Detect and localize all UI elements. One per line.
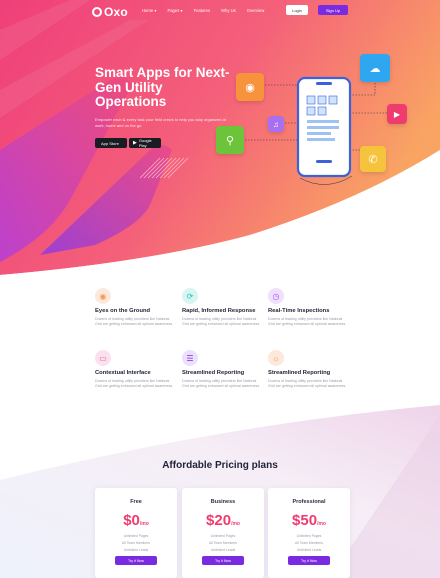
location-app-icon: ⚲ [216, 126, 244, 154]
price-amount: $0 [123, 512, 140, 529]
feature-title: Rapid, Informed Response [182, 308, 256, 314]
logo-icon [92, 7, 102, 17]
pricing-card: Professional $50/mo Unlimited Pages All … [268, 488, 350, 578]
feature-description: Dozens of leading utility providers like… [95, 317, 174, 327]
feature-title: Real-Time Inspections [268, 308, 330, 314]
plan-features: Unlimited Pages All Team Members Unlimit… [95, 533, 177, 554]
feature-title: Contextual Interface [95, 370, 151, 376]
plan-feature: Unlimited Pages [210, 534, 236, 538]
menu-item-pages[interactable]: Pages ▾ [167, 8, 182, 13]
menu-item-overview[interactable]: Overview [247, 8, 264, 13]
feature-card: ☼ Streamlined Reporting Dozens of leadin… [268, 350, 368, 390]
price-period: /mo [317, 521, 326, 527]
feature-card: ◉ Eyes on the Ground Dozens of leading u… [95, 288, 195, 328]
logo-text: Oxo [104, 5, 128, 19]
pricing-card: Business $20/mo Unlimited Pages All Team… [182, 488, 264, 578]
plan-feature: Unlimited Leads [296, 548, 322, 552]
top-navbar: Oxo Home ▾ Pages ▾ Features Why Us Overv… [0, 0, 440, 22]
menu-item-home[interactable]: Home ▾ [142, 8, 156, 13]
logo[interactable]: Oxo [92, 5, 128, 19]
feature-card: ⟳ Rapid, Informed Response Dozens of lea… [182, 288, 282, 328]
price-period: /mo [231, 521, 240, 527]
pricing-title: Affordable Pricing plans [162, 460, 278, 471]
feature-title: Eyes on the Ground [95, 308, 151, 314]
app-store-button[interactable]: App Store [95, 138, 127, 148]
plan-feature: Unlimited Pages [296, 534, 322, 538]
plan-name: Business [210, 499, 236, 505]
feature-card: ▭ Contextual Interface Dozens of leading… [95, 350, 195, 390]
hero-title: Smart Apps for Next-Gen Utility Operatio… [95, 65, 230, 109]
cloud-app-icon: ☁ [360, 54, 390, 82]
try-now-button[interactable]: Try it Now [202, 556, 244, 565]
price-period: /mo [139, 521, 149, 527]
refresh-icon: ⟳ [182, 288, 198, 304]
feature-title: Streamlined Reporting [182, 370, 245, 376]
signup-button[interactable]: Sign Up [318, 5, 348, 15]
login-button[interactable]: Login [286, 5, 308, 15]
feature-title: Streamlined Reporting [268, 370, 331, 376]
google-play-label: Google Play [138, 138, 152, 148]
try-now-button[interactable]: Try it Now [115, 556, 157, 565]
menu-item-features[interactable]: Features [194, 8, 211, 13]
plan-price: $20/mo [182, 512, 264, 529]
feature-card: ◷ Real-Time Inspections Dozens of leadin… [268, 288, 368, 328]
price-amount: $20 [206, 512, 232, 529]
plan-price: $50/mo [268, 512, 350, 529]
play-store-icon: ▶ [133, 140, 137, 146]
hero-subtitle: Empower each & every task your field cre… [95, 117, 226, 128]
main-menu: Home ▾ Pages ▾ Features Why Us Overview [142, 8, 264, 13]
cloud-sun-icon: ☼ [268, 350, 284, 366]
feature-description: Dozens of leading utility providers like… [268, 379, 347, 389]
video-app-icon: ▶ [387, 104, 407, 124]
plan-feature: Unlimited Leads [123, 548, 149, 552]
hero-section: Oxo Home ▾ Pages ▾ Features Why Us Overv… [0, 0, 440, 275]
plan-price: $0/mo [95, 512, 177, 529]
feature-description: Dozens of leading utility providers like… [95, 379, 174, 389]
phone-call-app-icon: ✆ [360, 146, 386, 172]
plan-features: Unlimited Pages All Team Members Unlimit… [268, 533, 350, 554]
feature-description: Dozens of leading utility providers like… [182, 379, 261, 389]
clock-icon: ◷ [268, 288, 284, 304]
eye-icon: ◉ [95, 288, 111, 304]
music-app-icon: ♫ [268, 116, 284, 132]
camera-app-icon: ◉ [236, 73, 264, 101]
plan-feature: All Team Members [208, 541, 237, 545]
feature-description: Dozens of leading utility providers like… [268, 317, 347, 327]
plan-name: Free [130, 499, 142, 505]
plan-feature: All Team Members [294, 541, 323, 545]
monitor-icon: ▭ [95, 350, 111, 366]
price-amount: $50 [292, 512, 318, 529]
feature-card: ☰ Streamlined Reporting Dozens of leadin… [182, 350, 282, 390]
pricing-card: Free $0/mo Unlimited Pages All Team Memb… [95, 488, 177, 578]
feature-description: Dozens of leading utility providers like… [182, 317, 261, 327]
plan-feature: All Team Members [121, 541, 150, 545]
google-play-button[interactable]: ▶ Google Play [129, 138, 161, 148]
plan-feature: Unlimited Leads [210, 548, 236, 552]
menu-item-why-us[interactable]: Why Us [221, 8, 236, 13]
plan-features: Unlimited Pages All Team Members Unlimit… [182, 533, 264, 554]
try-now-button[interactable]: Try it Now [288, 556, 330, 565]
list-icon: ☰ [182, 350, 198, 366]
app-store-label: App Store [101, 140, 119, 146]
plan-name: Professional [292, 499, 326, 505]
plan-feature: Unlimited Pages [123, 534, 149, 538]
